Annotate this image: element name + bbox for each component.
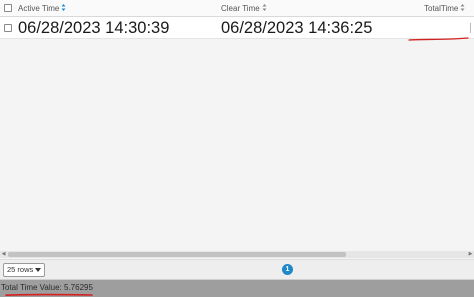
rows-per-page-value: 25 rows — [7, 265, 34, 274]
table-row[interactable]: 06/28/2023 14:30:39 06/28/2023 14:36:25 — [0, 17, 474, 39]
column-header-clear-time[interactable]: Clear Time — [221, 0, 267, 17]
total-time-footer: Total Time Value: 5.76295 — [0, 280, 474, 297]
horizontal-scrollbar[interactable]: ◀ ▶ — [0, 251, 474, 258]
pagination-bar: 25 rows 1 — [0, 259, 474, 280]
scrollbar-thumb[interactable] — [8, 252, 346, 257]
total-time-label: Total Time Value: 5.76295 — [1, 283, 93, 292]
page-button-current[interactable]: 1 — [282, 264, 293, 275]
row-checkbox[interactable] — [4, 24, 12, 32]
column-header-label: Clear Time — [221, 4, 260, 13]
grid-header-row: Active Time Clear Time TotalTime — [0, 0, 474, 17]
column-header-total-time[interactable]: TotalTime — [424, 0, 465, 17]
sort-icon[interactable] — [61, 3, 66, 12]
rows-per-page-select[interactable]: 25 rows — [3, 263, 45, 277]
column-header-active-time[interactable]: Active Time — [18, 0, 66, 17]
select-all-checkbox[interactable] — [4, 4, 12, 12]
cell-clear-time: 06/28/2023 14:36:25 — [221, 19, 373, 37]
scroll-right-arrow-icon[interactable]: ▶ — [467, 251, 474, 258]
column-header-label: TotalTime — [424, 4, 459, 13]
cell-total-time — [424, 17, 470, 39]
scroll-left-arrow-icon[interactable]: ◀ — [0, 251, 7, 258]
column-resize-handle[interactable] — [470, 23, 474, 33]
column-header-label: Active Time — [18, 4, 60, 13]
sort-icon[interactable] — [262, 3, 267, 12]
chevron-down-icon — [35, 268, 41, 272]
cell-active-time: 06/28/2023 14:30:39 — [18, 19, 170, 37]
data-grid: Active Time Clear Time TotalTime 06/28/2… — [0, 0, 474, 259]
sort-icon[interactable] — [460, 3, 465, 12]
